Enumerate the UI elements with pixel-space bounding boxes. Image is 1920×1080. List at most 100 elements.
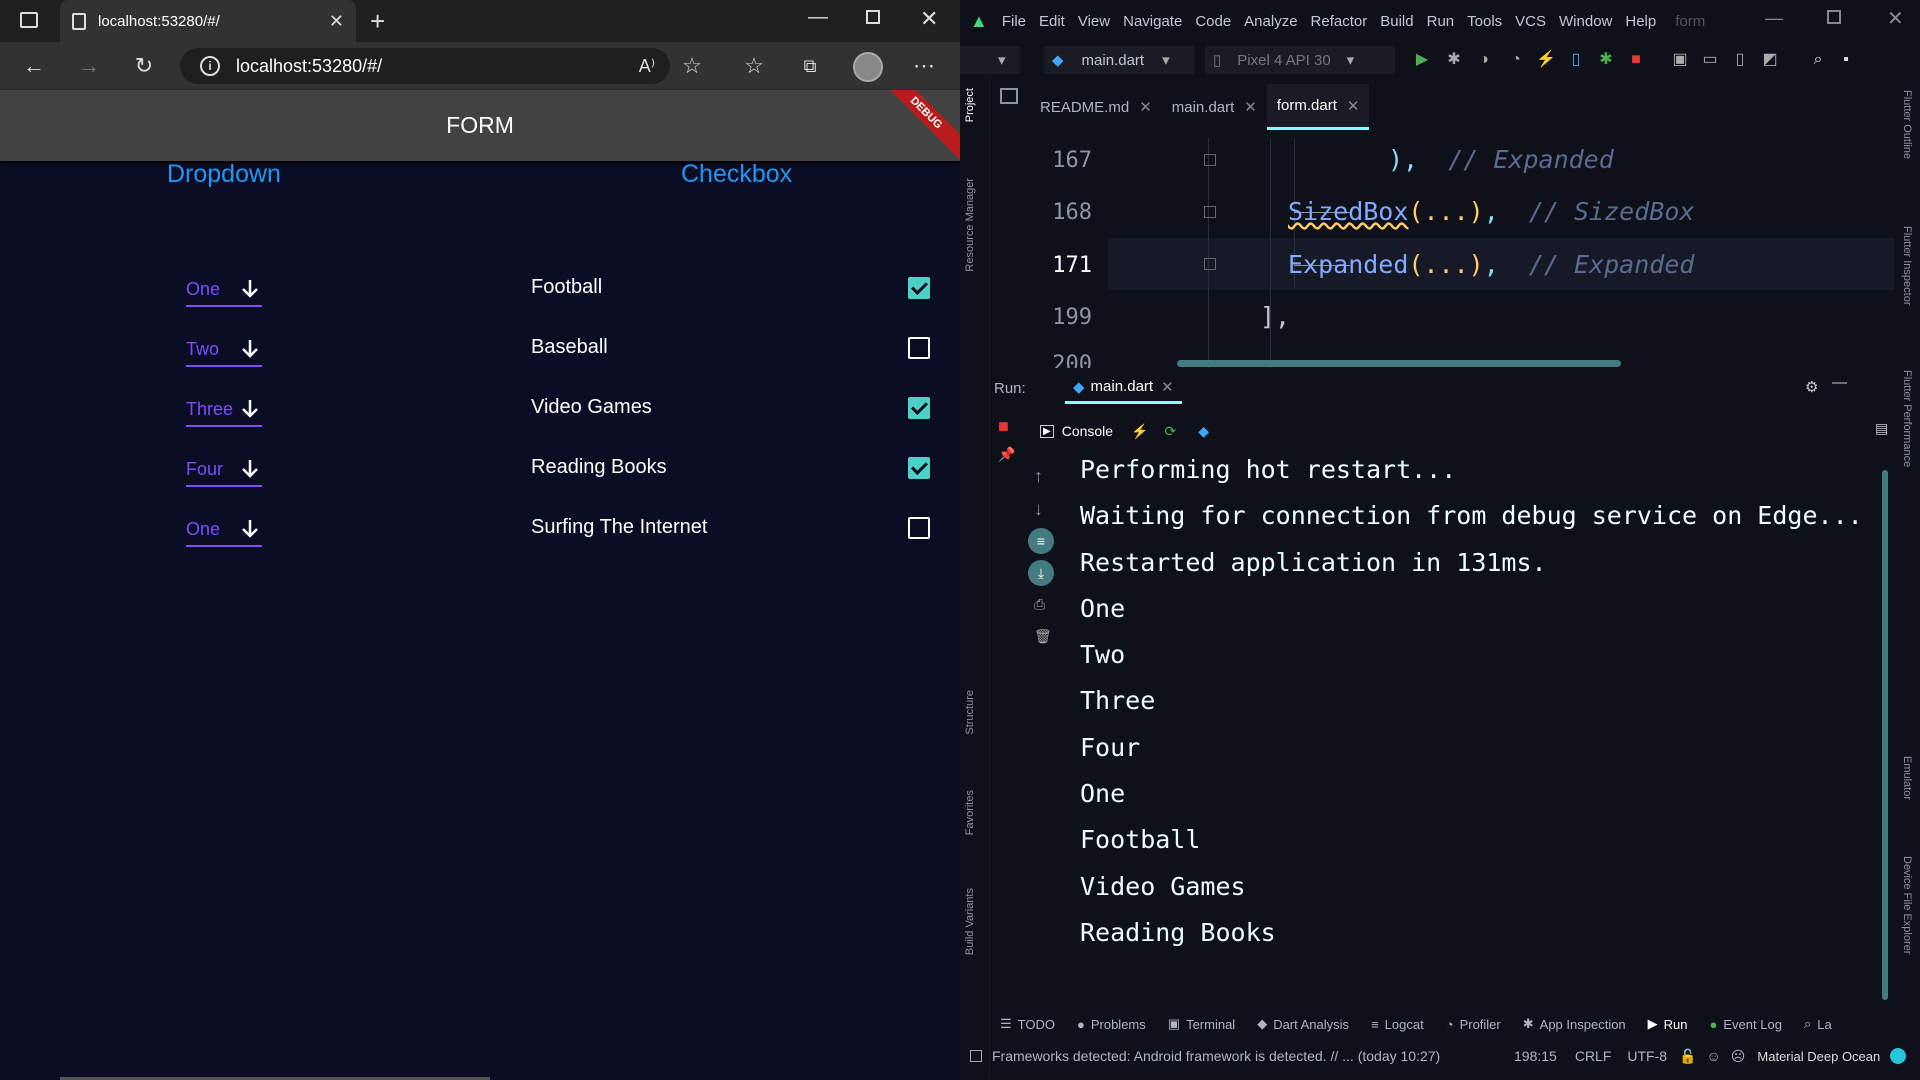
tool-emulator[interactable]: Emulator: [1901, 756, 1913, 800]
toggle-panels-icon[interactable]: [970, 1050, 982, 1062]
structure-view-icon[interactable]: [1000, 88, 1018, 104]
arrow-up-icon[interactable]: ↑: [1034, 466, 1043, 487]
tool-flutter-outline[interactable]: Flutter Outline: [1901, 90, 1913, 159]
menu-view[interactable]: View: [1078, 13, 1110, 30]
checkbox-baseball[interactable]: [908, 337, 930, 359]
close-icon[interactable]: ✕: [1244, 98, 1257, 116]
tool-structure[interactable]: Structure: [964, 690, 976, 735]
profile-avatar[interactable]: [853, 52, 883, 82]
fold-icon[interactable]: [1204, 154, 1216, 166]
attach-debugger-icon[interactable]: ✱: [1596, 50, 1616, 70]
hot-reload-icon[interactable]: ⚡: [1131, 423, 1148, 440]
more-options-icon[interactable]: ⋯: [902, 42, 946, 90]
read-aloud-icon[interactable]: A⁾: [625, 42, 669, 90]
run-tab-main-dart[interactable]: ◆ main.dart ✕: [1065, 372, 1182, 404]
run-config-select[interactable]: ◆ main.dart ▾: [1044, 46, 1194, 74]
tab-terminal[interactable]: ▣ Terminal: [1168, 1016, 1235, 1032]
close-tab-icon[interactable]: ✕: [329, 11, 344, 32]
refresh-button[interactable]: ↻: [122, 42, 166, 90]
scroll-to-end-icon[interactable]: ⤓: [1028, 560, 1054, 586]
menu-analyze[interactable]: Analyze: [1244, 13, 1297, 30]
close-icon[interactable]: ✕: [1139, 98, 1152, 116]
debug-icon[interactable]: ✱: [1444, 50, 1464, 70]
new-tab-button[interactable]: +: [370, 6, 385, 37]
trash-icon[interactable]: 🗑: [1034, 628, 1052, 645]
devtools-icon[interactable]: ◆: [1198, 423, 1209, 440]
tool-favorites[interactable]: Favorites: [964, 790, 976, 835]
tab-dart-analysis[interactable]: ◆ Dart Analysis: [1257, 1016, 1349, 1032]
tab-event-log[interactable]: ● Event Log: [1710, 1017, 1782, 1032]
menu-window[interactable]: Window: [1559, 13, 1612, 30]
sdk-manager-icon[interactable]: ◩: [1760, 50, 1780, 70]
tab-app-inspection[interactable]: ✱ App Inspection: [1523, 1016, 1626, 1032]
tool-resource-manager[interactable]: Resource Manager: [964, 178, 976, 272]
hot-restart-icon[interactable]: ⟳: [1165, 423, 1177, 440]
soft-wrap-icon[interactable]: ≡: [1028, 528, 1054, 554]
checkbox-reading-books[interactable]: [908, 457, 930, 479]
close-window-button[interactable]: ✕: [1887, 6, 1904, 31]
dropdown-1[interactable]: One: [186, 273, 262, 307]
nav-combo[interactable]: ▾: [960, 46, 1020, 74]
tab-run[interactable]: ▶ Run: [1648, 1016, 1688, 1032]
console-vertical-scrollbar[interactable]: [1882, 470, 1888, 1000]
back-button[interactable]: ←: [12, 42, 56, 90]
maximize-button[interactable]: [866, 10, 880, 24]
sync-project-icon[interactable]: ▣: [1670, 50, 1690, 70]
menu-run[interactable]: Run: [1427, 13, 1455, 30]
close-icon[interactable]: ✕: [1161, 378, 1174, 396]
file-encoding[interactable]: UTF-8: [1627, 1048, 1667, 1064]
profile-icon[interactable]: ◔: [1506, 50, 1526, 70]
print-icon[interactable]: ⎙: [1034, 596, 1045, 613]
console-tab[interactable]: Console: [1062, 423, 1113, 439]
lock-icon[interactable]: 🔓: [1679, 1048, 1696, 1065]
checkbox-football[interactable]: [908, 277, 930, 299]
forward-button[interactable]: →: [67, 42, 111, 90]
apply-changes-icon[interactable]: ▯: [1566, 50, 1586, 70]
tab-readme[interactable]: README.md ✕: [1030, 84, 1162, 130]
line-separator[interactable]: CRLF: [1575, 1048, 1612, 1064]
pin-icon[interactable]: 📌: [998, 446, 1015, 463]
hot-reload-icon[interactable]: ⚡: [1536, 50, 1556, 70]
console-output[interactable]: Performing hot restart... Waiting for co…: [1080, 455, 1863, 1015]
account-icon[interactable]: ▪: [1836, 50, 1856, 70]
layout-icon[interactable]: ▤: [1875, 420, 1888, 437]
dropdown-3[interactable]: Three: [186, 393, 262, 427]
tab-actions-icon[interactable]: [20, 12, 38, 28]
menu-navigate[interactable]: Navigate: [1123, 13, 1182, 30]
tab-todo[interactable]: ☰ TODO: [1000, 1016, 1055, 1032]
device-manager-icon[interactable]: ▯: [1730, 50, 1750, 70]
menu-edit[interactable]: Edit: [1039, 13, 1065, 30]
menu-refactor[interactable]: Refactor: [1311, 13, 1368, 30]
menu-vcs[interactable]: VCS: [1515, 13, 1546, 30]
tool-build-variants[interactable]: Build Variants: [964, 888, 976, 955]
menu-code[interactable]: Code: [1195, 13, 1231, 30]
browser-tab[interactable]: localhost:53280/#/ ✕: [60, 0, 356, 42]
dropdown-5[interactable]: One: [186, 513, 262, 547]
frown-icon[interactable]: ☹: [1731, 1048, 1746, 1065]
search-icon[interactable]: ⌕: [1808, 50, 1828, 70]
avd-manager-icon[interactable]: ▭: [1700, 50, 1720, 70]
editor-horizontal-scrollbar[interactable]: [1177, 360, 1621, 367]
gear-icon[interactable]: ⚙: [1805, 378, 1818, 396]
minimize-button[interactable]: —: [808, 6, 828, 29]
coverage-icon[interactable]: ◑: [1474, 50, 1494, 70]
favorites-icon[interactable]: ☆: [732, 42, 776, 90]
smile-icon[interactable]: ☺: [1707, 1048, 1721, 1064]
collections-icon[interactable]: ⧉: [788, 42, 832, 90]
tab-logcat[interactable]: ≡ Logcat: [1371, 1017, 1424, 1032]
dropdown-2[interactable]: Two: [186, 333, 262, 367]
tool-project[interactable]: Project: [964, 88, 976, 122]
tab-profiler[interactable]: ◔ Profiler: [1446, 1017, 1501, 1032]
menu-build[interactable]: Build: [1380, 13, 1413, 30]
tab-layout-inspector[interactable]: ⌕ La: [1804, 1016, 1832, 1032]
device-select[interactable]: ▯ Pixel 4 API 30 ▾: [1205, 46, 1395, 74]
theme-name[interactable]: Material Deep Ocean: [1757, 1049, 1880, 1064]
checkbox-surfing-the-internet[interactable]: [908, 517, 930, 539]
code-editor[interactable]: 167 168 171 199 200 ), // Expanded Sized…: [1026, 138, 1894, 368]
menu-file[interactable]: File: [1002, 13, 1026, 30]
dropdown-4[interactable]: Four: [186, 453, 262, 487]
menu-tools[interactable]: Tools: [1467, 13, 1502, 30]
site-info-icon[interactable]: i: [200, 56, 220, 76]
arrow-down-icon[interactable]: ↓: [1034, 499, 1043, 520]
expand-fold-icon[interactable]: [1204, 206, 1216, 218]
